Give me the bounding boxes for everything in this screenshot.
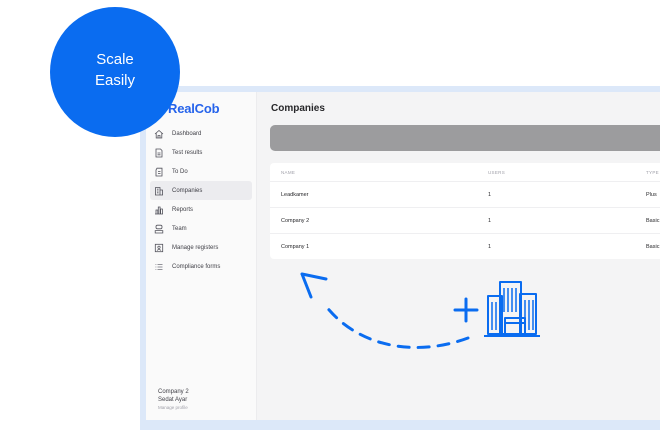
- plus-icon: [453, 297, 479, 323]
- badge-text: Scale Easily: [75, 49, 155, 91]
- badge-line-2: Easily: [94, 71, 135, 89]
- badge-line-1: Scale: [96, 50, 134, 68]
- dashed-curved-arrow: [300, 272, 470, 349]
- scale-easily-badge: Scale Easily: [50, 7, 180, 137]
- buildings-icon: [484, 281, 540, 337]
